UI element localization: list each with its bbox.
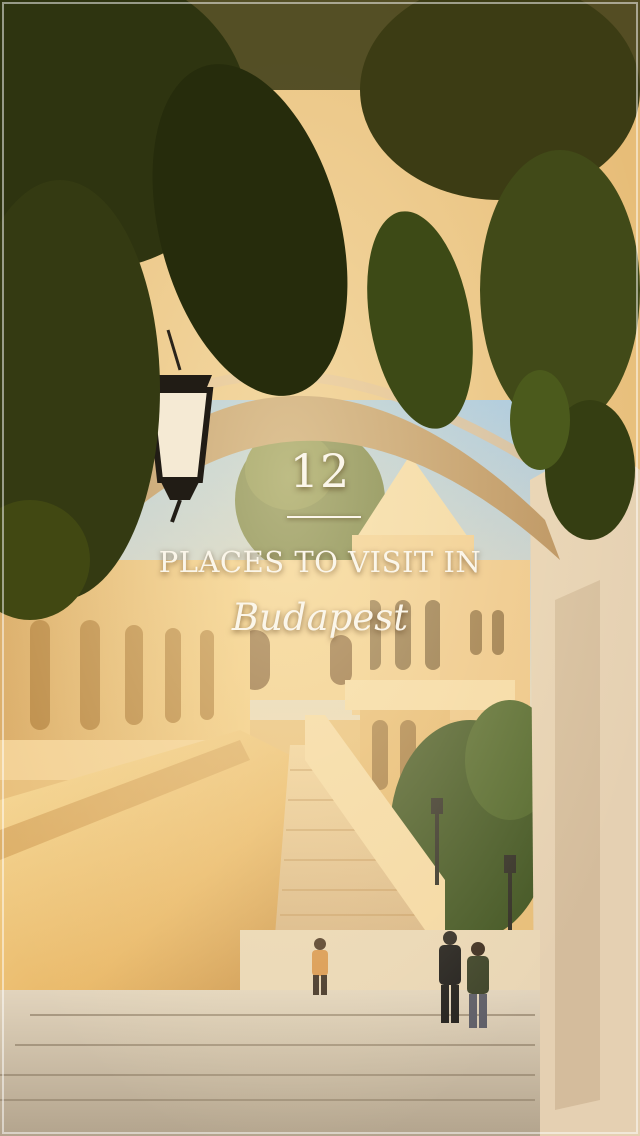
travel-story-slide: 12 PLACES TO VISIT IN Budapest	[0, 0, 640, 1136]
title-divider	[287, 516, 361, 518]
places-count: 12	[289, 444, 351, 498]
title-city: Budapest	[231, 596, 409, 639]
title-line-1: PLACES TO VISIT IN	[158, 545, 482, 579]
